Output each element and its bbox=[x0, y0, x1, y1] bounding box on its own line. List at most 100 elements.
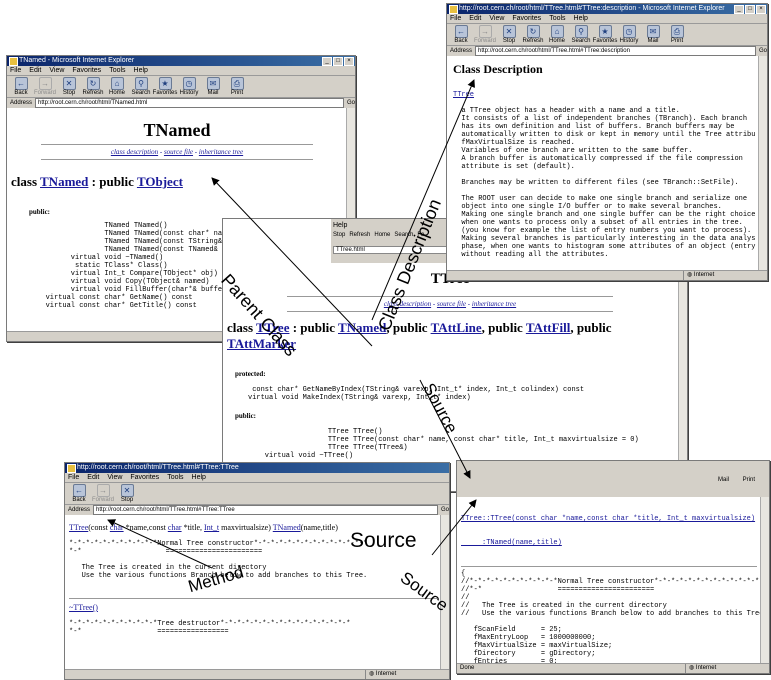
menu-file[interactable]: File bbox=[10, 66, 21, 75]
tnamed-class-link[interactable]: TNamed bbox=[40, 174, 88, 189]
inheritance-tree-link[interactable]: inheritance tree bbox=[472, 300, 516, 308]
back-button[interactable]: ← Back bbox=[450, 25, 472, 44]
go-button[interactable]: Go bbox=[759, 46, 767, 56]
maximize-icon[interactable]: □ bbox=[333, 57, 343, 66]
menu-view[interactable]: View bbox=[489, 14, 504, 23]
go-button[interactable]: Go bbox=[441, 505, 449, 515]
ttree-partial-toolbar: Stop Refresh Home Search Fa bbox=[333, 232, 425, 238]
minimize-icon[interactable]: _ bbox=[322, 57, 332, 66]
ttree-partial-url[interactable]: TTree.html bbox=[333, 246, 449, 254]
menu-edit[interactable]: Edit bbox=[29, 66, 41, 75]
inheritance-tree-link[interactable]: inheritance tree bbox=[199, 148, 243, 156]
menu-tools[interactable]: Tools bbox=[549, 14, 565, 23]
description-titlebar[interactable]: http://root.cern.ch/root/html/TTree.html… bbox=[447, 4, 767, 14]
class-description-link[interactable]: class description bbox=[111, 148, 158, 156]
tnamed-titlebar[interactable]: TNamed - Microsoft Internet Explorer _ □ × bbox=[7, 56, 355, 66]
ttree-partial-chrome: Help Stop Refresh Home Search Fa TTree.html bbox=[331, 219, 451, 263]
minimize-icon[interactable]: _ bbox=[734, 5, 744, 14]
close-icon[interactable]: × bbox=[756, 5, 766, 14]
address-field[interactable]: http://root.cern.ch/root/html/TTree.html… bbox=[93, 505, 438, 515]
ttree-help-menu[interactable]: Help bbox=[331, 219, 451, 232]
menu-edit[interactable]: Edit bbox=[469, 14, 481, 23]
home-icon: ⌂ bbox=[110, 77, 124, 90]
favorites-button[interactable]: ★ Favorites bbox=[153, 77, 177, 96]
search-button[interactable]: ⚲ Search bbox=[570, 25, 592, 44]
tattmarker-base-link[interactable]: TAttMarker bbox=[227, 336, 296, 351]
print-icon: ⎙ bbox=[230, 77, 244, 90]
description-line: fMaxVirtualSize is reached. bbox=[453, 139, 575, 147]
code-line: fDirectory = gDirectory; bbox=[461, 650, 596, 658]
back-button[interactable]: ← Back bbox=[10, 77, 32, 96]
ttree-method-link[interactable]: TTree bbox=[69, 523, 88, 532]
home-button[interactable]: ⌂ Home bbox=[546, 25, 568, 44]
tattline-base-link[interactable]: TAttLine bbox=[431, 320, 482, 335]
print-button[interactable]: ⎙ Print bbox=[226, 77, 248, 96]
menu-favorites[interactable]: Favorites bbox=[130, 473, 159, 482]
address-field[interactable]: http://root.cern.ch/root/html/TNamed.htm… bbox=[35, 98, 344, 108]
class-description-link[interactable]: class description bbox=[384, 300, 431, 308]
search-button[interactable]: ⚲ Search bbox=[130, 77, 152, 96]
go-button[interactable]: Go bbox=[347, 98, 355, 108]
stop-icon: ✕ bbox=[120, 484, 134, 497]
forward-button[interactable]: → Forward bbox=[474, 25, 496, 44]
tnamed-ctor-link[interactable]: TNamed bbox=[273, 523, 301, 532]
history-button[interactable]: ◷ History bbox=[618, 25, 640, 44]
description-line: when one wants to process only a subset … bbox=[453, 219, 743, 227]
maximize-icon[interactable]: □ bbox=[745, 5, 755, 14]
mail-button[interactable]: ✉ Mail bbox=[642, 25, 664, 44]
tattfill-base-link[interactable]: TAttFill bbox=[526, 320, 571, 335]
ttree-link[interactable]: TTree bbox=[453, 91, 753, 99]
refresh-button[interactable]: ↻ Refresh bbox=[522, 25, 544, 44]
menu-favorites[interactable]: Favorites bbox=[72, 66, 101, 75]
forward-button[interactable]: → Forward bbox=[92, 484, 114, 503]
method-titlebar[interactable]: http://root.cern.ch/root/html/TTree.html… bbox=[65, 463, 449, 473]
menu-file[interactable]: File bbox=[450, 14, 461, 23]
refresh-button[interactable]: ↻ Refresh bbox=[82, 77, 104, 96]
destructor-link[interactable]: ~TTree() bbox=[69, 603, 437, 612]
stop-button[interactable]: ✕ Stop bbox=[498, 25, 520, 44]
description-line: object into one single I/O buffer or to … bbox=[453, 203, 722, 211]
tobject-class-link[interactable]: TObject bbox=[137, 174, 183, 189]
method-menubar: File Edit View Favorites Tools Help bbox=[65, 473, 449, 483]
mail-icon: ✉ bbox=[206, 77, 220, 90]
int-type-link[interactable]: Int_t bbox=[204, 523, 219, 532]
member-row: TTree TTree() bbox=[227, 428, 383, 436]
favorites-button[interactable]: ★ Favorites bbox=[593, 25, 617, 44]
menu-help[interactable]: Help bbox=[192, 473, 206, 482]
source-file-link[interactable]: source file bbox=[164, 148, 193, 156]
home-button[interactable]: ⌂ Home bbox=[106, 77, 128, 96]
tnamed-base-link[interactable]: TNamed bbox=[338, 320, 386, 335]
method-scrollbar[interactable] bbox=[440, 515, 449, 669]
menu-tools[interactable]: Tools bbox=[109, 66, 125, 75]
menu-view[interactable]: View bbox=[49, 66, 64, 75]
menu-edit[interactable]: Edit bbox=[87, 473, 99, 482]
address-field[interactable]: http://root.cern.ch/root/html/TTree.html… bbox=[475, 46, 756, 56]
back-button[interactable]: ← Back bbox=[68, 484, 90, 503]
description-menubar: File Edit View Favorites Tools Help bbox=[447, 14, 767, 24]
menu-help[interactable]: Help bbox=[134, 66, 148, 75]
ttree-scrollbar[interactable] bbox=[678, 263, 687, 491]
description-scrollbar[interactable] bbox=[758, 56, 767, 270]
code-line: fMaxVirtualSize = maxVirtualSize; bbox=[461, 642, 613, 650]
char-type-link[interactable]: char bbox=[168, 523, 182, 532]
ttree-class-link[interactable]: TTree bbox=[256, 320, 289, 335]
forward-button[interactable]: → Forward bbox=[34, 77, 56, 96]
menu-tools[interactable]: Tools bbox=[167, 473, 183, 482]
menu-view[interactable]: View bbox=[107, 473, 122, 482]
char-type-link[interactable]: char bbox=[110, 523, 124, 532]
mail-button[interactable]: Mail bbox=[718, 477, 729, 483]
stop-button[interactable]: ✕ Stop bbox=[58, 77, 80, 96]
mail-button[interactable]: ✉ Mail bbox=[202, 77, 224, 96]
source-scrollbar[interactable] bbox=[760, 497, 769, 663]
history-button[interactable]: ◷ History bbox=[178, 77, 200, 96]
source-file-link[interactable]: source file bbox=[437, 300, 466, 308]
back-arrow-icon: ← bbox=[14, 77, 28, 90]
menu-file[interactable]: File bbox=[68, 473, 79, 482]
close-icon[interactable]: × bbox=[344, 57, 354, 66]
print-button[interactable]: ⎙ Print bbox=[666, 25, 688, 44]
menu-favorites[interactable]: Favorites bbox=[512, 14, 541, 23]
stop-button[interactable]: ✕ Stop bbox=[116, 484, 138, 503]
menu-help[interactable]: Help bbox=[574, 14, 588, 23]
print-button[interactable]: Print bbox=[743, 477, 755, 483]
method-signature: TTree(const char *name,const char *title… bbox=[69, 523, 338, 532]
